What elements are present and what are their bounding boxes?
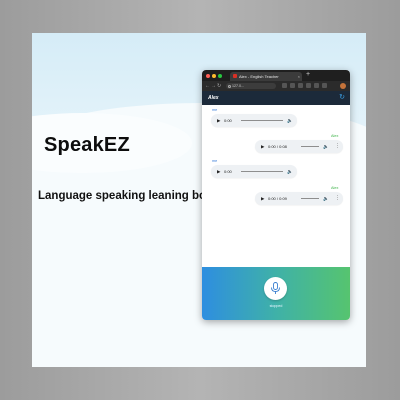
- sidebar-icon[interactable]: [314, 83, 319, 88]
- more-options-icon[interactable]: ⋮: [335, 140, 340, 153]
- bookmark-icon[interactable]: [298, 83, 303, 88]
- outer-frame: SpeakEZ Language speaking leaning bot Al…: [0, 0, 400, 400]
- browser-window: Alex - English Teacher × + ← → ↻ 127.0..…: [202, 70, 350, 320]
- audio-player[interactable]: ▶ 0:00 🔈: [211, 114, 297, 127]
- audio-progress-track[interactable]: [301, 146, 319, 147]
- audio-player[interactable]: ▶ 0:00 / 0:09 🔈 ⋮: [255, 192, 343, 205]
- audio-time: 0:00: [224, 118, 232, 123]
- play-icon[interactable]: ▶: [217, 114, 220, 127]
- favicon-icon: [233, 74, 237, 78]
- audio-time: 0:00: [224, 169, 232, 174]
- app-title: Alex: [208, 95, 219, 101]
- maximize-window-button[interactable]: [218, 74, 222, 78]
- record-button[interactable]: [264, 277, 287, 300]
- play-icon[interactable]: ▶: [217, 165, 220, 178]
- play-icon[interactable]: ▶: [261, 192, 264, 205]
- address-text: 127.0...: [232, 84, 244, 88]
- microphone-icon: [271, 282, 280, 294]
- browser-toolbar: ← → ↻ 127.0...: [202, 81, 350, 91]
- volume-icon[interactable]: 🔈: [287, 165, 293, 178]
- recorder-panel: stopped: [202, 267, 350, 320]
- profile-sync-icon[interactable]: [322, 83, 327, 88]
- chat-thread: me ▶ 0:00 🔈 Alex ▶ 0:00 / 0:08 🔈 ⋮ me ▶ …: [202, 105, 350, 267]
- recording-status: stopped: [269, 304, 283, 308]
- new-tab-button[interactable]: +: [306, 71, 310, 78]
- message-sender: me: [212, 159, 218, 163]
- audio-time: 0:00 / 0:09: [268, 196, 287, 201]
- profile-avatar[interactable]: [340, 83, 346, 89]
- more-options-icon[interactable]: ⋮: [335, 192, 340, 205]
- app-header: Alex ↻: [202, 91, 350, 105]
- volume-icon[interactable]: 🔈: [323, 192, 329, 205]
- audio-progress-track[interactable]: [301, 198, 319, 199]
- volume-icon[interactable]: 🔈: [323, 140, 329, 153]
- browser-tab[interactable]: Alex - English Teacher ×: [230, 72, 302, 81]
- audio-player[interactable]: ▶ 0:00 🔈: [211, 165, 297, 178]
- address-bar[interactable]: 127.0...: [226, 83, 276, 89]
- audio-progress-track[interactable]: [241, 171, 283, 172]
- brand-tagline: Language speaking leaning bot: [38, 190, 210, 202]
- extensions-puzzle-icon[interactable]: [306, 83, 311, 88]
- message-sender: Alex: [331, 134, 339, 138]
- audio-time: 0:00 / 0:08: [268, 144, 287, 149]
- browser-tab-title: Alex - English Teacher: [239, 74, 279, 79]
- audio-player[interactable]: ▶ 0:00 / 0:08 🔈 ⋮: [255, 140, 343, 153]
- brand-name: SpeakEZ: [44, 134, 130, 156]
- tab-close-icon[interactable]: ×: [298, 72, 300, 81]
- close-window-button[interactable]: [206, 74, 210, 78]
- minimize-window-button[interactable]: [212, 74, 216, 78]
- message-sender: me: [212, 108, 218, 112]
- back-icon[interactable]: ←: [205, 82, 210, 90]
- extension-icon[interactable]: [282, 83, 287, 88]
- site-info-icon[interactable]: [228, 84, 231, 88]
- forward-icon[interactable]: →: [211, 82, 216, 90]
- play-icon[interactable]: ▶: [261, 140, 264, 153]
- message-sender: Alex: [331, 186, 339, 190]
- browser-tab-bar: Alex - English Teacher × +: [202, 70, 350, 81]
- refresh-icon[interactable]: ↻: [339, 91, 345, 105]
- volume-icon[interactable]: 🔈: [287, 114, 293, 127]
- audio-progress-track[interactable]: [241, 120, 283, 121]
- share-icon[interactable]: [290, 83, 295, 88]
- reload-icon[interactable]: ↻: [217, 82, 221, 90]
